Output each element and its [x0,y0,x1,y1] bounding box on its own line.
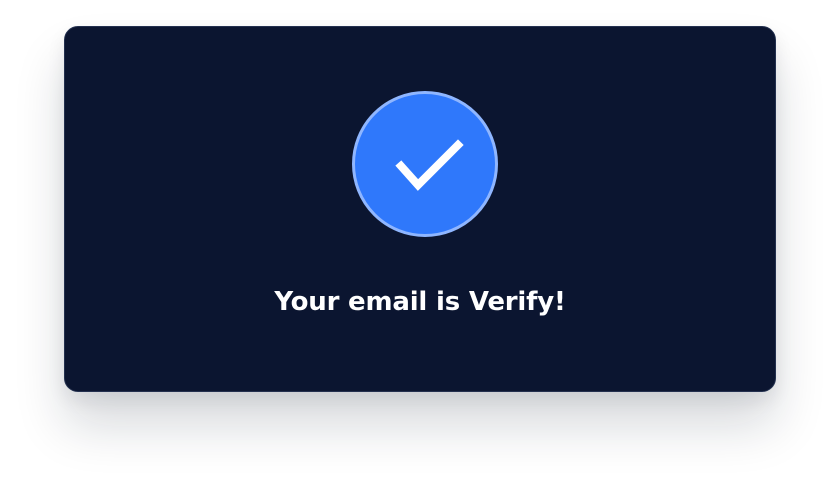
success-badge [352,91,498,237]
verification-success-card: Your email is Verify! [64,26,776,392]
checkmark-icon [395,139,464,191]
page: Your email is Verify! [0,0,836,491]
verification-message: Your email is Verify! [274,287,566,317]
